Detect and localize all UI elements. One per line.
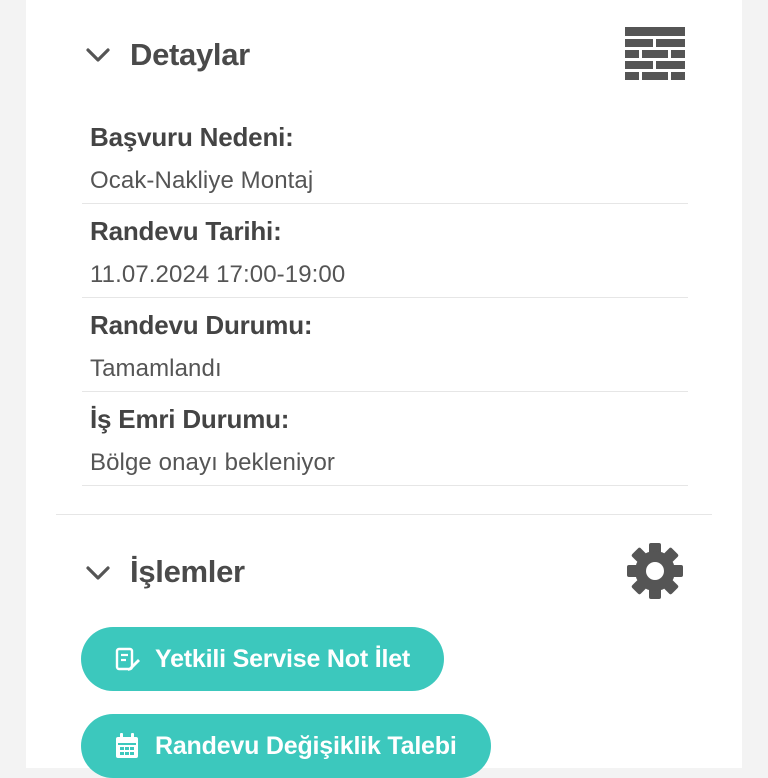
detail-row-status: Randevu Durumu: Tamamlandı [82, 298, 688, 392]
actions-section-header[interactable]: İşlemler [26, 537, 742, 607]
chevron-down-icon[interactable] [84, 559, 112, 587]
change-appointment-button[interactable]: Randevu Değişiklik Talebi [81, 714, 491, 778]
send-note-button-label: Yetkili Servise Not İlet [155, 644, 411, 673]
detail-value: Ocak-Nakliye Montaj [90, 167, 314, 194]
detail-row-reason: Başvuru Nedeni: Ocak-Nakliye Montaj [82, 110, 688, 204]
change-appointment-button-label: Randevu Değişiklik Talebi [155, 731, 457, 760]
detail-row-date: Randevu Tarihi: 11.07.2024 17:00-19:00 [82, 204, 688, 298]
send-note-button[interactable]: Yetkili Servise Not İlet [81, 627, 445, 691]
detail-label: Başvuru Nedeni: [90, 122, 294, 152]
detail-value: Bölge onayı bekleniyor [90, 449, 336, 476]
table-icon[interactable] [624, 26, 686, 91]
gear-icon[interactable] [626, 542, 684, 605]
note-edit-icon [115, 646, 141, 672]
detail-label: İş Emri Durumu: [90, 404, 290, 434]
chevron-down-icon[interactable] [84, 41, 112, 69]
details-list: Başvuru Nedeni: Ocak-Nakliye Montaj Rand… [82, 110, 688, 486]
detail-value: Tamamlandı [90, 355, 222, 382]
details-card: Detaylar Başvuru Nedeni: Ocak-Nakliye Mo… [26, 0, 742, 778]
detail-label: Randevu Durumu: [90, 310, 313, 340]
detail-value: 11.07.2024 17:00-19:00 [90, 261, 346, 288]
detail-row-work-order: İş Emri Durumu: Bölge onayı bekleniyor [82, 392, 688, 486]
actions-title: İşlemler [130, 554, 245, 589]
calendar-icon [115, 733, 141, 759]
details-section-header[interactable]: Detaylar [26, 20, 742, 90]
section-divider [56, 514, 712, 515]
detail-label: Randevu Tarihi: [90, 216, 282, 246]
details-title: Detaylar [130, 37, 250, 72]
